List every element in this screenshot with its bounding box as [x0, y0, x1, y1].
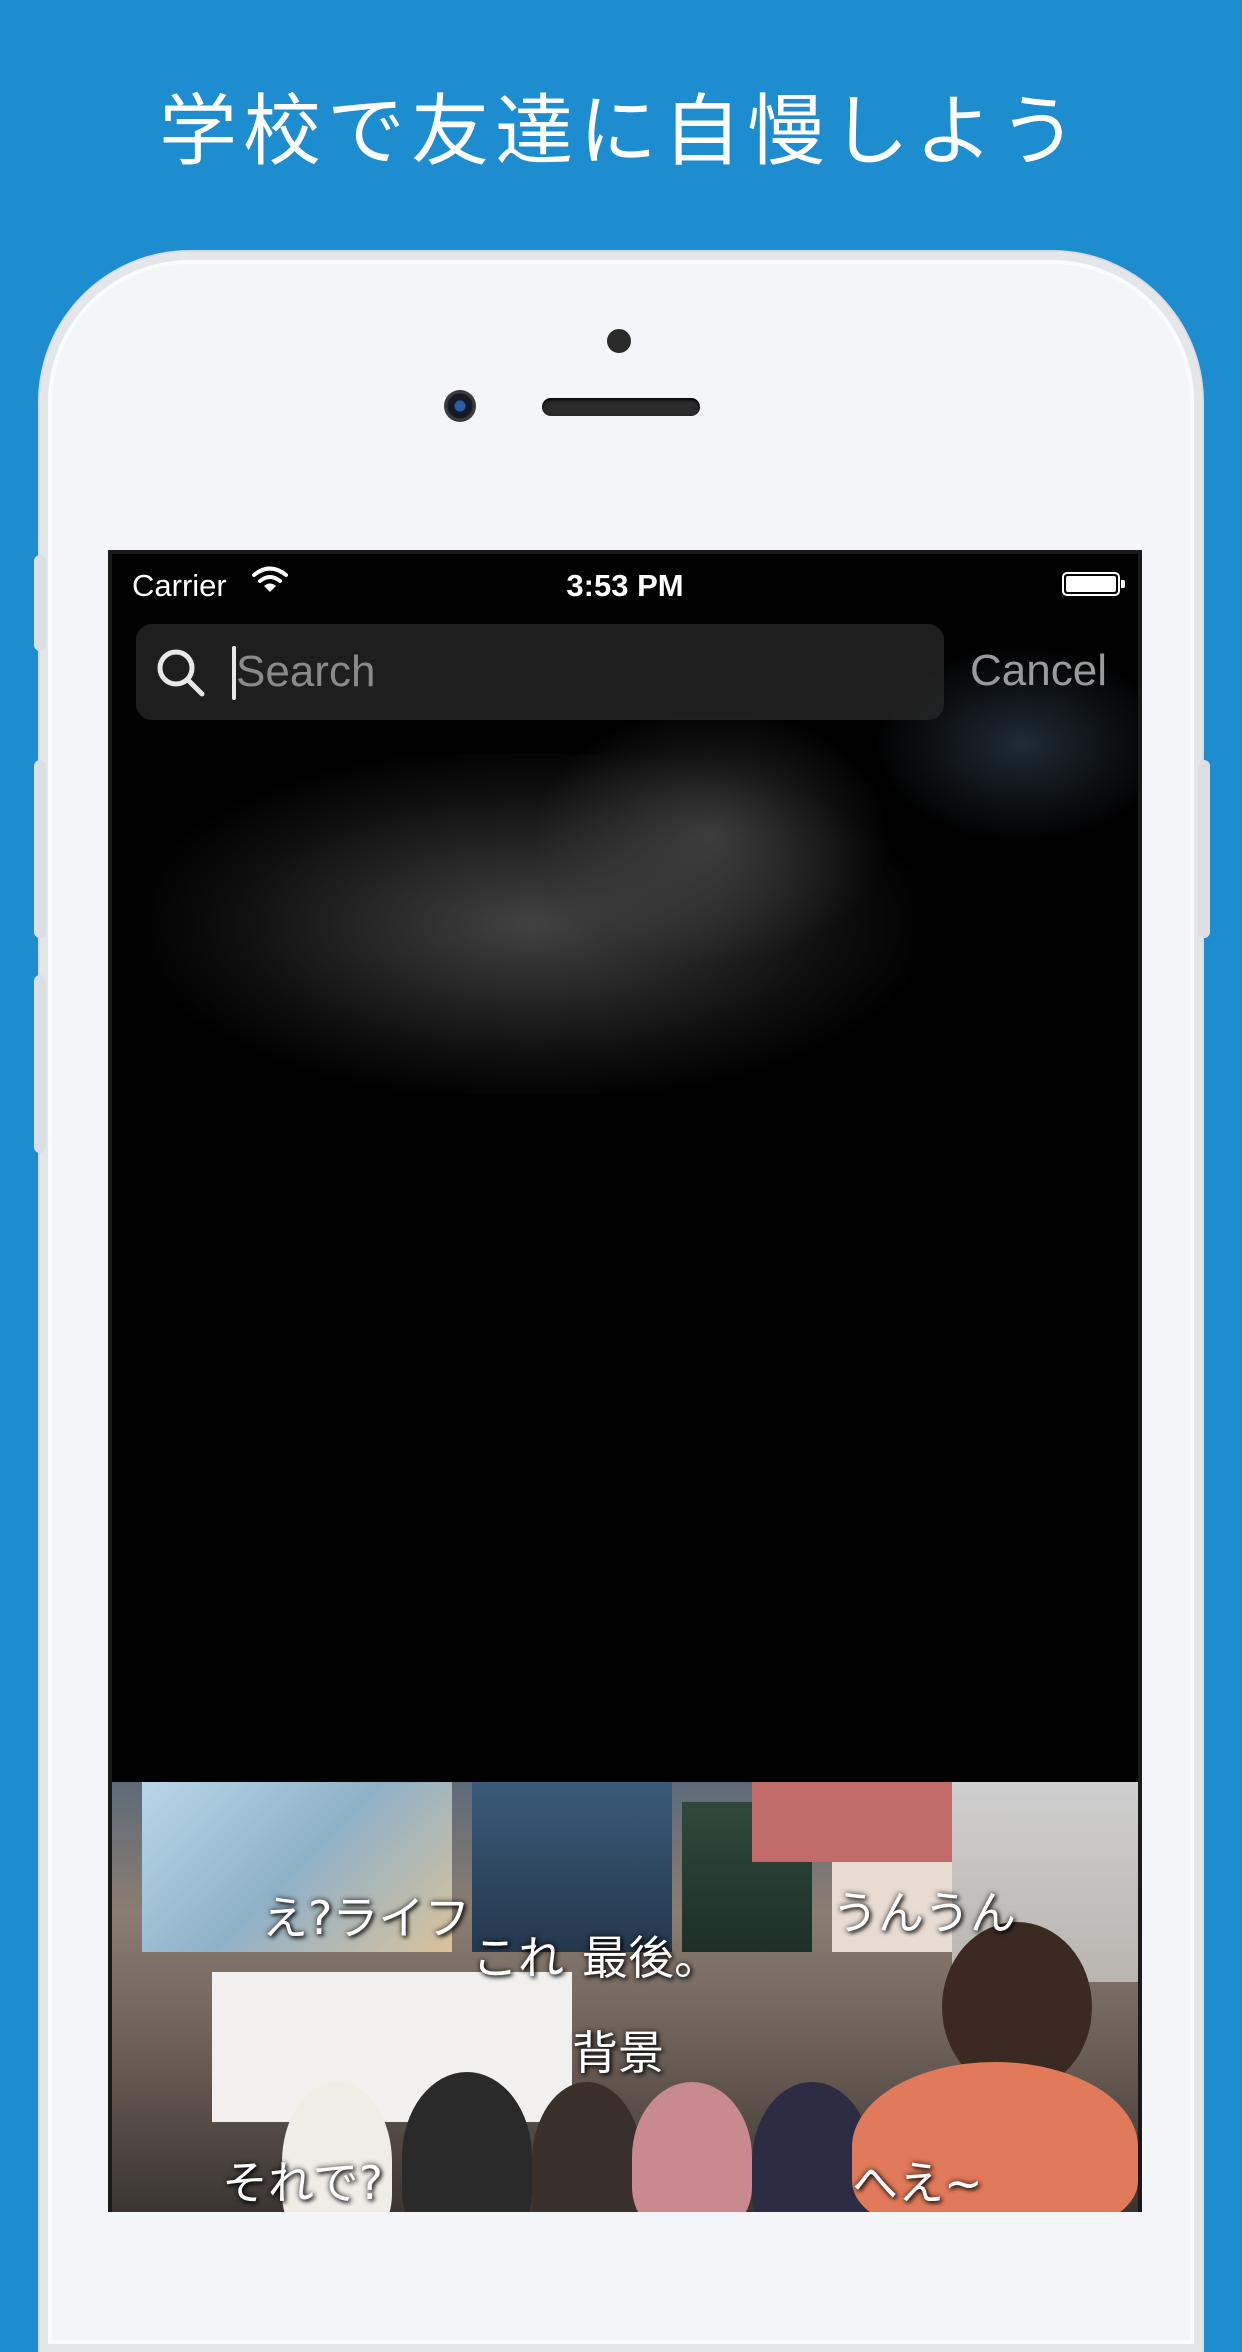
earpiece-speaker — [542, 398, 700, 416]
battery-icon — [1062, 572, 1125, 596]
search-icon — [154, 646, 208, 705]
subtitle-text: え?ライフ — [262, 1891, 471, 1945]
subtitle-text: うんうん — [832, 1886, 1016, 1940]
volume-up-button — [34, 760, 46, 938]
mute-switch — [34, 555, 46, 651]
subtitle-text: これ — [472, 1931, 564, 1985]
subtitle-text: へえ~ — [852, 2156, 983, 2210]
subtitle-text: それで? — [222, 2156, 384, 2210]
subtitle-text: 背景 — [572, 2026, 664, 2080]
front-camera — [444, 390, 476, 422]
search-bar[interactable] — [136, 624, 944, 720]
banner — [212, 1972, 572, 2122]
power-button — [1198, 760, 1210, 938]
headline: 学校で友達に自慢しよう — [158, 87, 1083, 177]
status-bar: Carrier 3:53 PM — [112, 554, 1138, 614]
volume-down-button — [34, 975, 46, 1153]
person — [632, 2082, 752, 2212]
video-thumbnail[interactable]: え?ライフ これ 最後。 うんうん 背景 それで? へえ~ — [112, 1782, 1138, 2212]
proximity-sensor — [607, 329, 631, 353]
status-time: 3:53 PM — [566, 568, 684, 603]
cancel-button[interactable]: Cancel — [970, 646, 1107, 696]
subtitle-text: 最後。 — [582, 1931, 720, 1985]
search-input[interactable] — [236, 624, 926, 720]
blur-glow — [532, 704, 892, 964]
building — [752, 1782, 952, 1862]
phone-screen: Carrier 3:53 PM Cancel — [108, 550, 1142, 2212]
